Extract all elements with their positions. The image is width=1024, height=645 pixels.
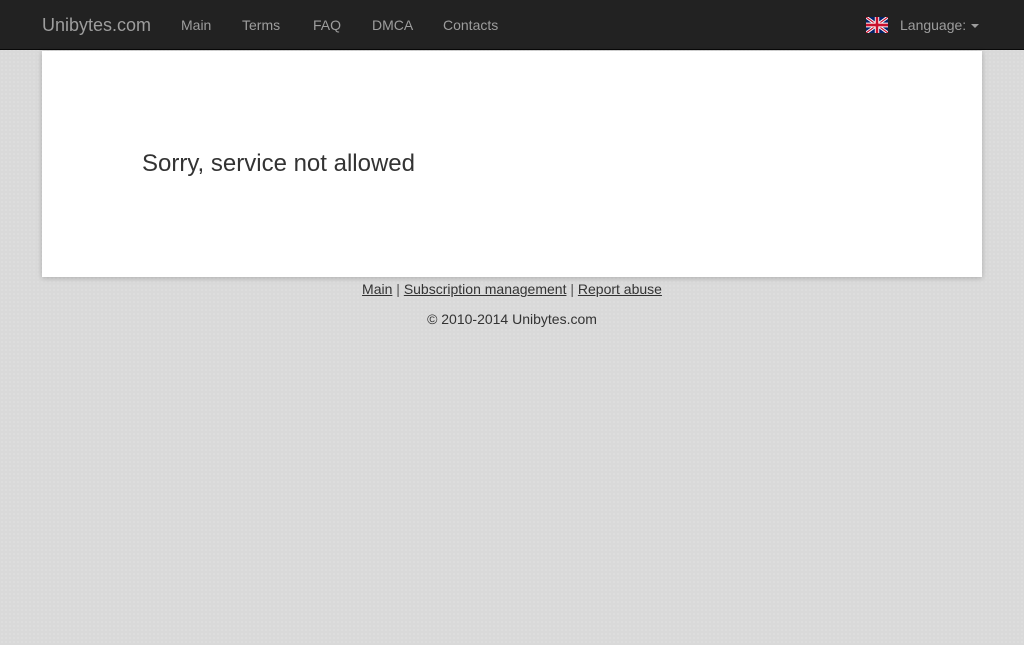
nav-link-dmca[interactable]: DMCA <box>372 16 413 34</box>
uk-flag-icon[interactable] <box>866 17 888 33</box>
error-message: Sorry, service not allowed <box>142 150 415 177</box>
language-dropdown[interactable]: Language: <box>900 16 980 34</box>
footer-separator: | <box>570 281 574 297</box>
nav-link-main[interactable]: Main <box>181 16 211 34</box>
brand-link[interactable]: Unibytes.com <box>42 14 151 36</box>
nav-link-contacts[interactable]: Contacts <box>443 16 498 34</box>
caret-down-icon <box>971 24 980 29</box>
content-panel: Sorry, service not allowed <box>42 51 982 277</box>
footer-links: Main | Subscription management | Report … <box>0 280 1024 298</box>
footer-link-report-abuse[interactable]: Report abuse <box>578 281 662 297</box>
footer-separator: | <box>396 281 400 297</box>
nav-link-terms[interactable]: Terms <box>242 16 280 34</box>
footer-link-main[interactable]: Main <box>362 281 392 297</box>
nav-link-faq[interactable]: FAQ <box>313 16 341 34</box>
language-label: Language: <box>900 17 967 33</box>
top-navbar: Unibytes.com Main Terms FAQ DMCA Contact… <box>0 0 1024 50</box>
footer-link-subscription-management[interactable]: Subscription management <box>404 281 567 297</box>
copyright-text: © 2010-2014 Unibytes.com <box>427 311 597 327</box>
